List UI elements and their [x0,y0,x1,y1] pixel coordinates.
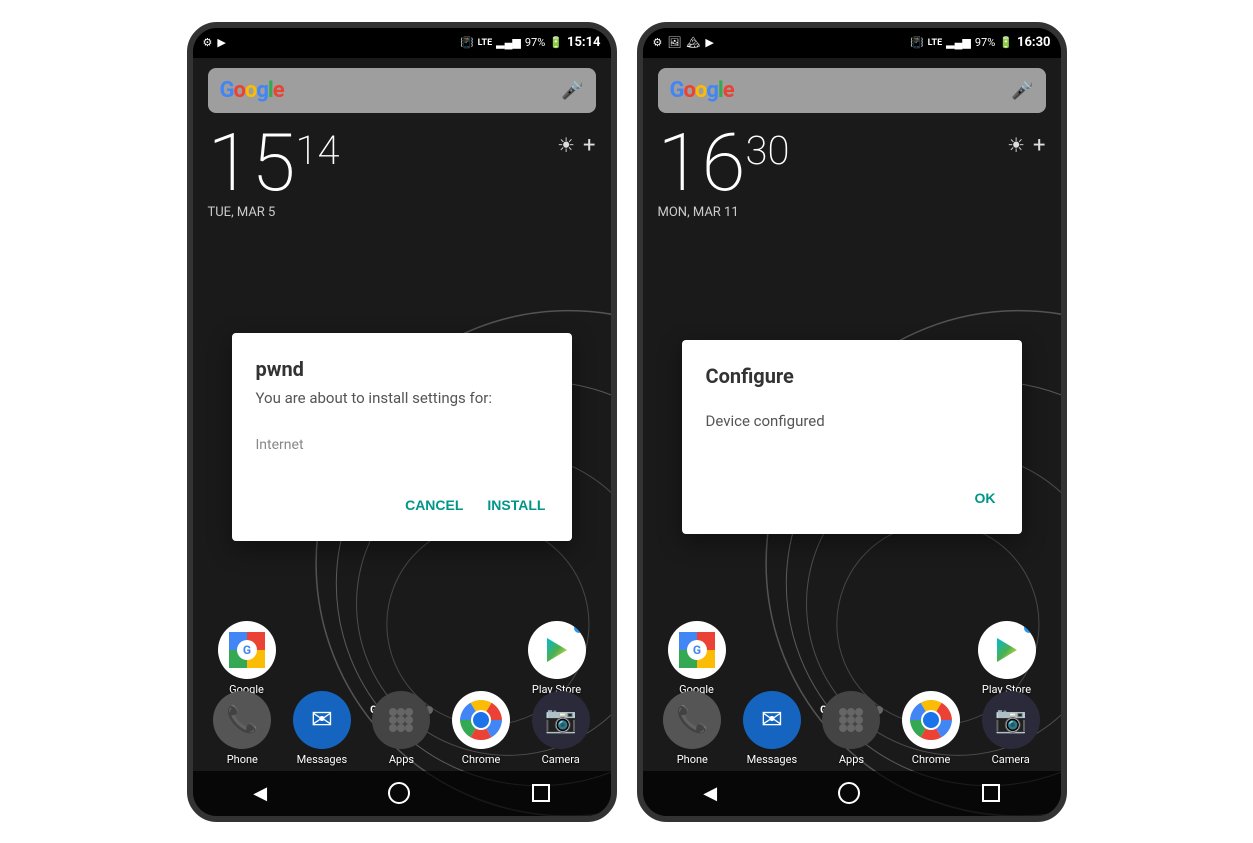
chrome-label-2: Chrome [912,753,951,766]
status-left-2: ⚙ 🖼 🏔 ▶ [653,36,714,49]
google-app-1[interactable]: G Google [218,621,276,696]
dialog-title-2: Configure [706,364,998,388]
phone-icon-2: 📞 [663,691,721,749]
phone-2: ⚙ 🖼 🏔 ▶ 📳 LTE ▂▄▆ 97% 🔋 16:30 Google [637,22,1067,822]
bars-icon-1: ▂▄▆ [496,36,521,49]
back-button-1[interactable]: ◀ [253,783,267,804]
dialog-buttons-2: OK [706,486,998,510]
playstore-icon-1 [528,621,586,679]
dialog-content-1: Internet [256,427,548,463]
chrome-app-1[interactable]: Chrome [452,691,510,766]
battery-icon-2: 🔋 [999,36,1013,49]
camera-icon-2: 📷 [982,691,1040,749]
app-row-top-1: G Google [193,621,611,696]
dialog-content-2: Device configured [706,396,998,446]
camera-app-2[interactable]: 📷 Camera [982,691,1040,766]
chrome-icon-2 [902,691,960,749]
phone-icon-1: 📞 [213,691,271,749]
phone-label-2: Phone [677,753,708,766]
battery-text-1: 97% [525,36,545,49]
settings-icon-1: ⚙ [203,36,213,49]
messages-app-1[interactable]: ✉ Messages [293,691,351,766]
signal-icon-2: LTE [928,38,943,48]
dialog-title-1: pwnd [256,357,548,381]
apps-app-1[interactable]: Apps [372,691,430,766]
chrome-app-2[interactable]: Chrome [902,691,960,766]
dialog-buttons-1: CANCEL INSTALL [256,493,548,517]
back-button-2[interactable]: ◀ [703,783,717,804]
status-time-1: 15:14 [567,35,601,50]
google-icon-2: G [668,621,726,679]
playstore-notif-2 [1024,623,1034,633]
screen-2: Google 🎤 16 30 MON, MAR 11 ☀ + Configure… [643,58,1061,816]
phone-label-1: Phone [227,753,258,766]
dock-row-1: 📞 Phone ✉ Messages [193,691,611,766]
vibrate-icon-2: 📳 [910,36,924,49]
image-icon-2: 🖼 [667,36,681,49]
status-time-2: 16:30 [1017,35,1051,50]
dialog-subtitle-1: You are about to install settings for: [256,389,548,407]
playstore-icon-2 [978,621,1036,679]
camera-label-2: Camera [992,753,1030,766]
messages-icon-1: ✉ [293,691,351,749]
google-app-2[interactable]: G Google [668,621,726,696]
status-right-2: 📳 LTE ▂▄▆ 97% 🔋 16:30 [910,35,1051,50]
install-button-1[interactable]: INSTALL [485,493,547,517]
battery-text-2: 97% [975,36,995,49]
pwnd-dialog: pwnd You are about to install settings f… [232,333,572,541]
phone-app-2[interactable]: 📞 Phone [663,691,721,766]
ok-button-2[interactable]: OK [973,486,998,510]
vibrate-icon-1: 📳 [460,36,474,49]
status-right-1: 📳 LTE ▂▄▆ 97% 🔋 15:14 [460,35,601,50]
google-icon-1: G [218,621,276,679]
messages-app-2[interactable]: ✉ Messages [743,691,801,766]
nav-bar-1: ◀ [193,771,611,816]
app-row-top-2: G Google [643,621,1061,696]
messages-label-2: Messages [747,753,797,766]
chrome-icon-1 [452,691,510,749]
playstore-app-1[interactable]: Play Store [528,621,586,696]
apps-label-1: Apps [389,753,414,766]
battery-icon-1: 🔋 [549,36,563,49]
home-button-2[interactable] [838,782,860,804]
gallery-icon-2: 🏔 [686,36,700,49]
nav-bar-2: ◀ [643,771,1061,816]
status-left-1: ⚙ ▶ [203,36,226,49]
settings-icon-2: ⚙ [653,36,663,49]
chrome-label-1: Chrome [462,753,501,766]
phone-app-1[interactable]: 📞 Phone [213,691,271,766]
status-bar-1: ⚙ ▶ 📳 LTE ▂▄▆ 97% 🔋 15:14 [193,28,611,58]
status-bar-2: ⚙ 🖼 🏔 ▶ 📳 LTE ▂▄▆ 97% 🔋 16:30 [643,28,1061,58]
svg-text:G: G [692,643,700,657]
camera-label-1: Camera [542,753,580,766]
play-icon-2: ▶ [705,36,713,49]
signal-icon-1: LTE [478,38,493,48]
camera-icon-1: 📷 [532,691,590,749]
configure-dialog: Configure Device configured OK [682,340,1022,534]
camera-app-1[interactable]: 📷 Camera [532,691,590,766]
home-button-1[interactable] [388,782,410,804]
cancel-button-1[interactable]: CANCEL [403,493,465,517]
play-icon-1: ▶ [217,36,225,49]
screen-1: Google 🎤 15 14 TUE, MAR 5 ☀ + pwnd You a… [193,58,611,816]
recents-button-2[interactable] [982,784,1000,802]
apps-icon-2 [822,691,880,749]
messages-label-1: Messages [297,753,347,766]
playstore-notif-1 [574,623,584,633]
apps-label-2: Apps [839,753,864,766]
recents-button-1[interactable] [532,784,550,802]
apps-icon-1 [372,691,430,749]
bars-icon-2: ▂▄▆ [946,36,971,49]
svg-text:G: G [242,643,250,657]
apps-app-2[interactable]: Apps [822,691,880,766]
playstore-app-2[interactable]: Play Store [978,621,1036,696]
messages-icon-2: ✉ [743,691,801,749]
dock-row-2: 📞 Phone ✉ Messages [643,691,1061,766]
phone-1: ⚙ ▶ 📳 LTE ▂▄▆ 97% 🔋 15:14 Google 🎤 [187,22,617,822]
